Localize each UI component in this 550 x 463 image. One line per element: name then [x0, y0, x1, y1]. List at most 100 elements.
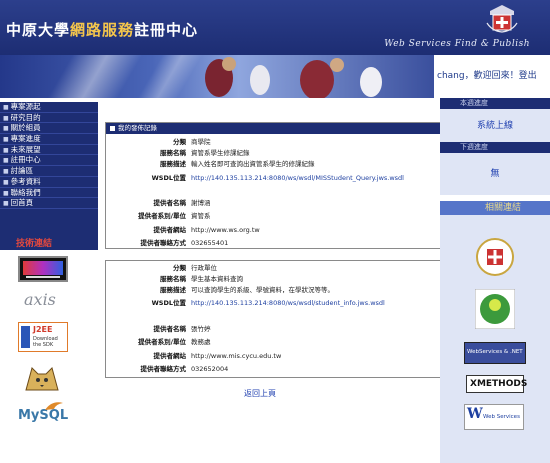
webservices-dotnet-logo[interactable]: WebServices & .NET: [464, 342, 526, 364]
field-value: 行政單位: [191, 264, 217, 272]
field-label: 提供者系別/單位: [138, 212, 186, 220]
bullet-icon: ■: [3, 157, 9, 165]
bullet-icon: ■: [3, 189, 9, 197]
tech-links-panel: 技術連結 axis J2EE Download the SDK MySQL: [0, 238, 98, 463]
dolphin-icon: [45, 402, 63, 410]
field-value: 教務處: [191, 338, 211, 346]
bullet-icon: ■: [3, 136, 9, 144]
nav-item-references[interactable]: ■ 參考資料: [0, 177, 98, 188]
site-header: 中原大學網路服務註冊中心 Web Services Find & Publish: [0, 0, 550, 55]
user-status-area: chang，歡迎回來！登出: [434, 55, 550, 98]
bullet-icon: ■: [3, 125, 9, 133]
cycu-emblem-logo[interactable]: [475, 237, 515, 277]
field-label: 提供者聯絡方式: [140, 365, 187, 373]
nav-item-registry[interactable]: ■ 註冊中心: [0, 155, 98, 167]
next-week-progress: 無: [440, 153, 550, 195]
field-label: 服務描述: [160, 286, 186, 294]
wsdl-link[interactable]: http://140.135.113.214:8080/ws/wsdl/MISS…: [191, 173, 404, 184]
back-link[interactable]: 返回上頁: [244, 388, 276, 399]
nav-item-label: 回首頁: [10, 198, 34, 208]
field-site: 提供者網站 http://www.mis.cycu.edu.tw: [106, 351, 444, 362]
field-service-name: 服務名稱 學生基本資料查詢: [106, 274, 444, 285]
records-header-label: 我的發佈記錄: [118, 124, 157, 132]
nav-item-label: 研究目的: [10, 112, 41, 122]
nav-item-progress[interactable]: ■ 專案進度: [0, 134, 98, 145]
field-label: 提供者聯絡方式: [140, 239, 187, 247]
field-label: 提供者名稱: [153, 199, 187, 207]
field-label: 提供者網站: [153, 352, 187, 360]
field-value: 032655401: [191, 239, 229, 247]
nav-item-forum[interactable]: ■ 討論區: [0, 166, 98, 177]
field-label: WSDL位置: [151, 299, 186, 307]
site-title: 中原大學網路服務註冊中心: [6, 19, 198, 40]
field-value: 學生基本資料查詢: [191, 275, 243, 283]
related-links-title: 相關連結: [440, 201, 550, 215]
axis-logo[interactable]: axis: [18, 286, 68, 316]
xmethods-logo[interactable]: XMETHODS: [466, 375, 527, 393]
bullet-icon: ■: [3, 178, 9, 186]
next-week-header: 下週進度: [440, 142, 550, 153]
field-value: 張竹婷: [191, 325, 211, 333]
logout-link[interactable]: 登出: [519, 71, 537, 81]
field-value: 資管系學生修課紀錄: [191, 149, 250, 157]
nav-item-label: 未來展望: [10, 144, 41, 154]
field-value: http://www.ws.org.tw: [191, 226, 260, 234]
field-label: 提供者網站: [153, 226, 187, 234]
field-label: 分類: [173, 138, 186, 146]
bullet-icon: ■: [3, 168, 9, 176]
tech-logo-1[interactable]: [18, 256, 68, 282]
field-value: 可以查詢學生的系級、學號資料，在學狀況等等。: [191, 286, 334, 294]
mysql-logo[interactable]: MySQL: [18, 400, 68, 428]
right-sidebar: 本週進度 系統上線 下週進度 無 相關連結 WebServices & .NET…: [440, 98, 550, 463]
nav-item-research-goal[interactable]: ■ 研究目的: [0, 113, 98, 124]
field-label: WSDL位置: [151, 174, 186, 182]
main-content: 我的發佈記錄 分類 商學院 服務名稱 資管系學生修課紀錄 服務描述 輸入姓名即可查詢出…: [98, 98, 445, 463]
tomcat-logo[interactable]: [18, 360, 68, 392]
field-contact: 提供者聯絡方式 032655401: [106, 238, 444, 249]
welcome-text: ，歡迎回來！: [464, 71, 519, 81]
field-value: 商學院: [191, 138, 211, 146]
bullet-icon: ■: [3, 114, 9, 122]
field-dept: 提供者系別/單位 資管系: [106, 211, 444, 222]
ws-org-logo[interactable]: W Web Services: [464, 404, 524, 430]
field-value: 032652004: [191, 365, 229, 373]
site-slogan: Web Services Find & Publish: [384, 39, 530, 49]
field-label: 分類: [173, 264, 186, 272]
username-link[interactable]: chang: [437, 71, 465, 81]
field-provider: 提供者名稱 張竹婷: [106, 324, 444, 335]
tech-links-title: 技術連結: [0, 238, 98, 250]
field-category: 分類 行政單位: [106, 263, 444, 274]
bullet-icon: ■: [3, 146, 9, 154]
nav-item-future[interactable]: ■ 未來展望: [0, 145, 98, 156]
nav-item-project-origin[interactable]: ■ 專案源起: [0, 102, 98, 113]
site-title-part-1: 中原大學: [6, 21, 71, 39]
green-circle-logo[interactable]: [474, 288, 516, 330]
nav-item-label: 關於組員: [10, 123, 41, 133]
this-week-progress: 系統上線: [440, 109, 550, 143]
nav-item-home[interactable]: ■ 回首頁: [0, 198, 98, 209]
nav-item-label: 討論區: [10, 166, 34, 176]
this-week-header: 本週進度: [440, 98, 550, 109]
j2ee-download-logo[interactable]: J2EE Download the SDK: [18, 322, 68, 352]
bullet-icon: ■: [3, 200, 9, 208]
nav-item-label: 註冊中心: [10, 155, 41, 165]
site-title-part-3: 註冊中心: [134, 21, 199, 39]
wsdl-link[interactable]: http://140.135.113.214:8080/ws/wsdl/stud…: [191, 298, 385, 309]
field-value: 謝博涵: [191, 199, 211, 207]
site-title-highlight: 網路服務: [70, 21, 135, 39]
bullet-icon: ■: [3, 104, 9, 111]
field-value: 資管系: [191, 212, 211, 220]
nav-item-label: 專案進度: [10, 134, 41, 144]
field-site: 提供者網站 http://www.ws.org.tw: [106, 225, 444, 236]
field-category: 分類 商學院: [106, 137, 444, 148]
nav-item-team[interactable]: ■ 關於組員: [0, 123, 98, 135]
field-label: 提供者名稱: [153, 325, 187, 333]
field-wsdl: WSDL位置 http://140.135.113.214:8080/ws/wsd…: [106, 298, 444, 309]
nav-item-contact[interactable]: ■ 聯絡我們: [0, 188, 98, 199]
user-greeting: chang，歡迎回來！登出: [437, 68, 537, 81]
service-record-1: 我的發佈記錄 分類 商學院 服務名稱 資管系學生修課紀錄 服務描述 輸入姓名即可查詢出…: [105, 122, 445, 249]
banner-image: [0, 55, 434, 98]
field-service-name: 服務名稱 資管系學生修課紀錄: [106, 148, 444, 159]
field-label: 提供者系別/單位: [138, 338, 186, 346]
field-provider: 提供者名稱 謝博涵: [106, 198, 444, 209]
